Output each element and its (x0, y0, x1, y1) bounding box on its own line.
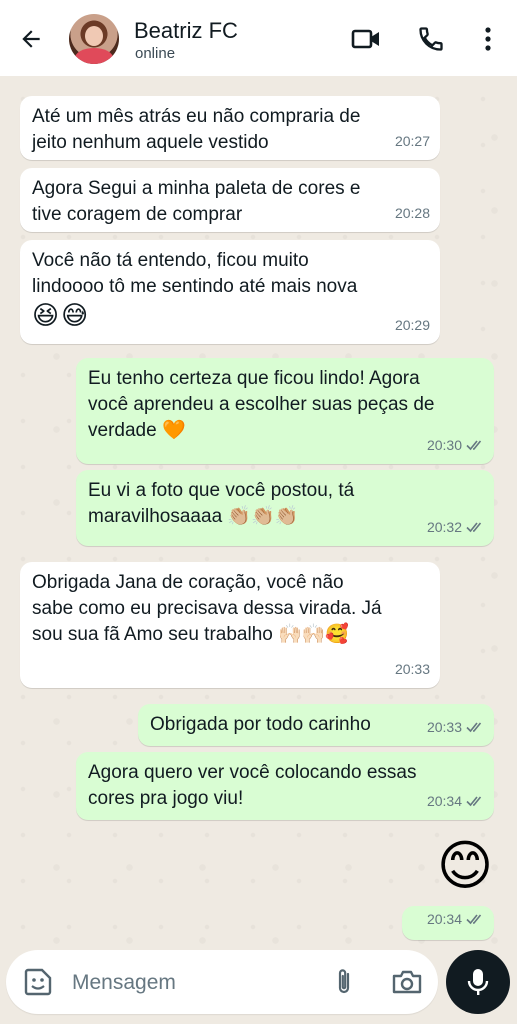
message-time: 20:33 (426, 719, 462, 735)
message-time: 20:29 (394, 317, 430, 333)
big-emoji: 😊 (436, 836, 494, 896)
message-time: 20:28 (394, 205, 430, 221)
message-incoming[interactable]: Você não tá entendo, ficou muito lindooo… (20, 240, 440, 344)
message-incoming[interactable]: Obrigada Jana de coração, você não sabe … (20, 562, 440, 688)
arrow-left-icon (22, 30, 40, 48)
sticker-icon (24, 968, 52, 996)
microphone-icon (467, 969, 489, 995)
more-vertical-icon (485, 27, 491, 51)
camera-button[interactable] (390, 966, 424, 998)
message-meta: 20:33 (427, 714, 484, 740)
message-time: 20:27 (394, 133, 430, 149)
read-receipt-icon (466, 722, 482, 733)
message-meta: 20:34 (427, 788, 484, 814)
chat-header: Beatriz FC online (0, 0, 517, 76)
message-list[interactable]: Até um mês atrás eu não compraria de jei… (0, 76, 517, 946)
message-text: Agora Segui a minha paleta de cores e ti… (32, 178, 361, 225)
message-time: 20:30 (426, 437, 462, 453)
message-text: Eu tenho certeza que ficou lindo! Agora … (88, 368, 435, 441)
message-outgoing[interactable]: Eu vi a foto que você postou, tá maravil… (76, 470, 494, 546)
phone-icon (419, 27, 443, 51)
message-text: Até um mês atrás eu não compraria de jei… (32, 106, 361, 153)
contact-avatar[interactable] (69, 14, 119, 64)
message-outgoing[interactable]: Agora quero ver você colocando essas cor… (76, 752, 494, 820)
message-meta: 20:33 (395, 656, 430, 682)
back-button[interactable] (14, 22, 48, 56)
voice-call-button[interactable] (414, 22, 448, 56)
read-receipt-icon (466, 796, 482, 807)
message-text: Obrigada Jana de coração, você não sabe … (32, 572, 382, 645)
voice-message-button[interactable] (446, 950, 510, 1014)
message-text: Obrigada por todo carinho (150, 714, 371, 735)
message-time: 20:34 (426, 911, 462, 927)
message-outgoing[interactable]: Eu tenho certeza que ficou lindo! Agora … (76, 358, 494, 464)
message-incoming[interactable]: Até um mês atrás eu não compraria de jei… (20, 96, 440, 160)
message-meta: 20:30 (427, 432, 484, 458)
message-text: Você não tá entendo, ficou muito lindooo… (32, 250, 358, 297)
message-text: Eu vi a foto que você postou, tá maravil… (88, 480, 355, 527)
message-time: 20:33 (394, 661, 430, 677)
message-time: 20:32 (426, 519, 462, 535)
message-meta: 20:34 (427, 906, 484, 932)
message-outgoing-emoji[interactable]: 😊 (430, 834, 500, 904)
video-camera-icon (351, 29, 379, 49)
contact-status: online (135, 45, 176, 62)
message-time: 20:34 (426, 793, 462, 809)
message-composer (6, 950, 438, 1014)
video-call-button[interactable] (349, 22, 383, 56)
paperclip-icon (338, 969, 350, 994)
message-outgoing-meta: 20:34 (402, 906, 494, 940)
message-text: Agora quero ver você colocando essas cor… (88, 762, 417, 809)
message-meta: 20:27 (395, 128, 430, 154)
message-meta: 20:29 (395, 312, 430, 338)
message-incoming[interactable]: Agora Segui a minha paleta de cores e ti… (20, 168, 440, 232)
read-receipt-icon (466, 440, 482, 451)
message-input[interactable] (72, 966, 312, 1000)
menu-button[interactable] (471, 22, 505, 56)
message-emoji: 😆😅 (32, 300, 91, 330)
attach-button[interactable] (328, 966, 360, 998)
camera-icon (392, 970, 422, 994)
message-outgoing[interactable]: Obrigada por todo carinho 20:33 (138, 704, 494, 746)
contact-name[interactable]: Beatriz FC (134, 18, 238, 44)
sticker-button[interactable] (22, 966, 54, 998)
read-receipt-icon (466, 522, 482, 533)
message-meta: 20:32 (427, 514, 484, 540)
read-receipt-icon (466, 914, 482, 925)
message-meta: 20:28 (395, 200, 430, 226)
